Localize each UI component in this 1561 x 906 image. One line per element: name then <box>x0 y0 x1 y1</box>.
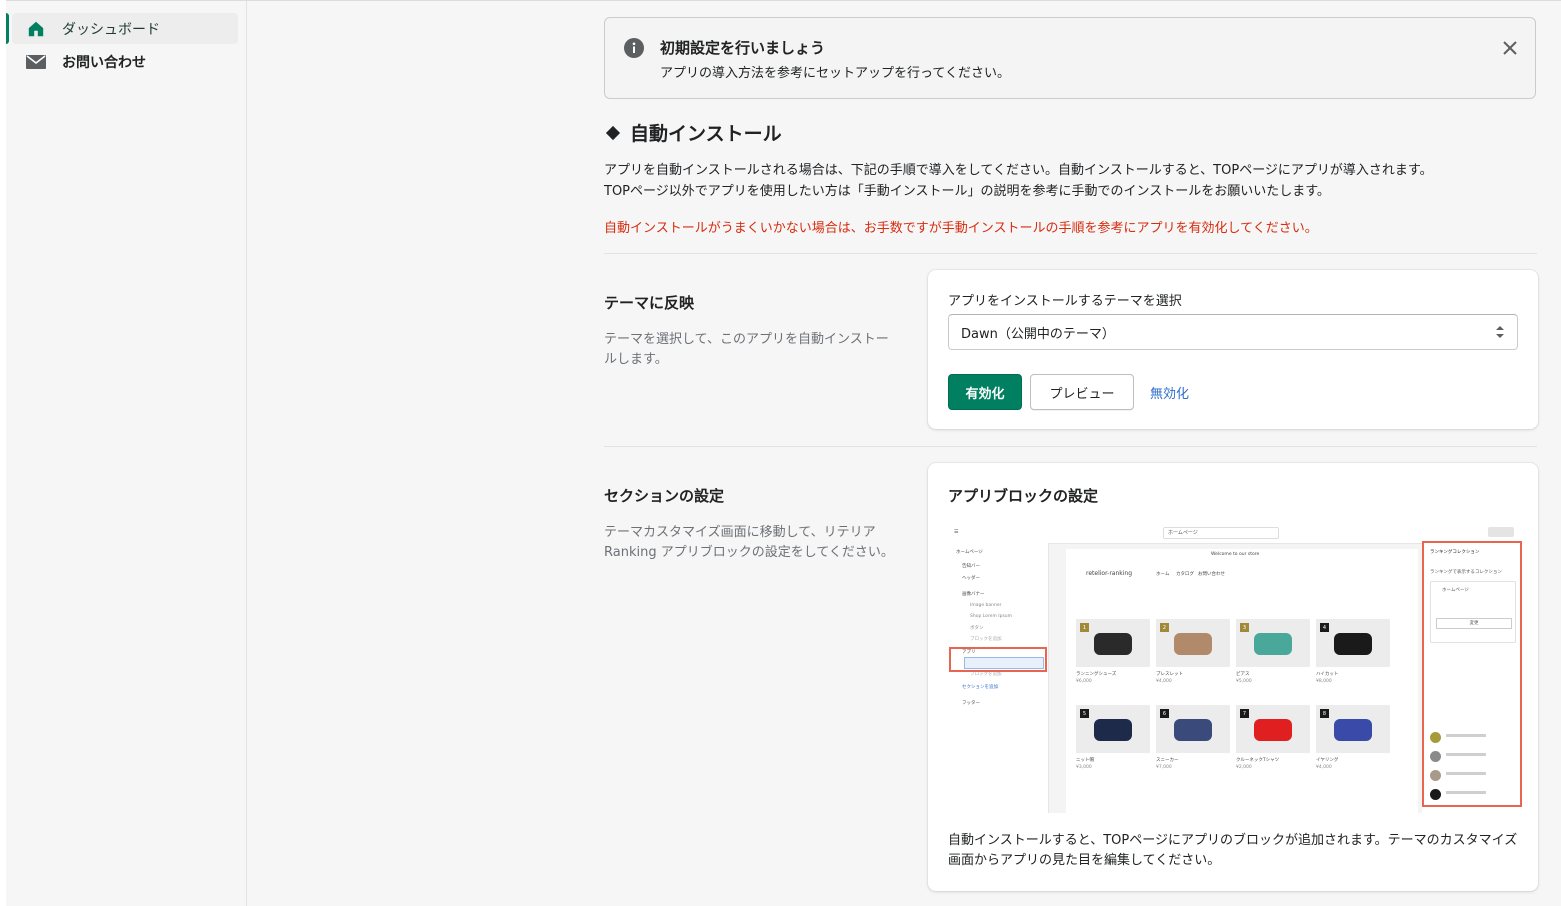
mail-icon <box>26 52 46 72</box>
preview-button[interactable]: プレビュー <box>1030 374 1134 410</box>
mock-product-image <box>1334 633 1372 655</box>
mock-product-name: ブレスレット <box>1156 672 1183 677</box>
mock-left-item: ボタン <box>970 626 984 631</box>
mock-product-image <box>1254 633 1292 655</box>
mock-nav: お問い合わせ <box>1198 572 1225 577</box>
mock-product-rank: 7 <box>1240 709 1249 718</box>
mock-product-image <box>1254 719 1292 741</box>
select-arrows-icon <box>1495 324 1505 340</box>
mock-highlight-right <box>1422 541 1522 807</box>
theme-select-value: Dawn（公開中のテーマ） <box>961 326 1115 342</box>
app-block-title: アプリブロックの設定 <box>948 487 1099 505</box>
mock-product-tile: 6 <box>1156 705 1230 753</box>
mock-product-price: ¥5,000 <box>1236 679 1252 684</box>
divider <box>604 253 1537 254</box>
mock-left-item: セクションを追加 <box>962 685 998 690</box>
mock-left-item: ブロックを追加 <box>970 637 1002 642</box>
mock-product-image <box>1174 719 1212 741</box>
mock-product-rank: 4 <box>1320 623 1329 632</box>
mock-product-image <box>1094 719 1132 741</box>
mock-product-price: ¥7,000 <box>1156 765 1172 770</box>
auto-install-warning: 自動インストールがうまくいかない場合は、お手数ですが手動インストールの手順を参考… <box>604 221 1318 236</box>
mock-product-image <box>1334 719 1372 741</box>
mock-product-rank: 2 <box>1160 623 1169 632</box>
theme-select[interactable]: Dawn（公開中のテーマ） <box>948 314 1518 350</box>
mock-product-name: ハイカット <box>1316 672 1339 677</box>
mock-save-button <box>1488 527 1514 537</box>
mock-product-tile: 8 <box>1316 705 1390 753</box>
customizer-screenshot: ☰ ホームページ ホームページ 告知バー ヘッダー 画像バナー Image ba… <box>948 521 1523 813</box>
mock-menu-icon: ☰ <box>954 529 959 535</box>
theme-card: アプリをインストールするテーマを選択 Dawn（公開中のテーマ） 有効化 プレビ… <box>928 270 1538 429</box>
disable-link[interactable]: 無効化 <box>1142 374 1202 410</box>
mock-product-rank: 8 <box>1320 709 1329 718</box>
mock-product-price: ¥4,000 <box>1316 765 1332 770</box>
mock-left-item: ホームページ <box>956 550 983 555</box>
mock-product-image <box>1174 633 1212 655</box>
sidebar-item-label: お問い合わせ <box>62 54 146 71</box>
mock-left-item: ヘッダー <box>962 576 980 581</box>
sidebar-item-label: ダッシュボード <box>62 21 160 38</box>
sidebar: ダッシュボード お問い合わせ <box>6 1 247 906</box>
banner-body: アプリの導入方法を参考にセットアップを行ってください。 <box>660 66 1010 81</box>
app-block-card: アプリブロックの設定 ☰ ホームページ ホームページ 告知バー ヘッダー 画像バ… <box>928 463 1538 891</box>
enable-button[interactable]: 有効化 <box>948 374 1022 410</box>
mock-left-item: Shop Lorem Ipsum <box>970 614 1013 619</box>
theme-select-label: アプリをインストールするテーマを選択 <box>948 294 1182 309</box>
mock-product-tile: 4 <box>1316 619 1390 667</box>
section-settings-desc: テーマカスタマイズ画面に移動して、リテリア Ranking アプリブロックの設定… <box>604 525 894 560</box>
info-icon <box>624 38 644 58</box>
app-block-foot: 自動インストールすると、TOPページにアプリのブロックが追加されます。テーマのカ… <box>948 833 1518 868</box>
close-icon[interactable] <box>1501 39 1519 57</box>
mock-product-name: ピアス <box>1236 672 1250 677</box>
home-icon <box>26 19 46 39</box>
auto-install-desc-2: TOPページ以外でアプリを使用したい方は「手動インストール」の説明を参考に手動で… <box>604 184 1330 199</box>
mock-left-item: フッター <box>962 701 980 706</box>
mock-page-select: ホームページ <box>1163 527 1279 539</box>
mock-highlight-left <box>949 647 1047 672</box>
mock-product-rank: 1 <box>1080 623 1089 632</box>
divider <box>604 446 1537 447</box>
mock-left-item: 画像バナー <box>962 592 985 597</box>
mock-product-name: クルーネックTシャツ <box>1236 758 1280 763</box>
banner-title: 初期設定を行いましょう <box>660 39 826 57</box>
mock-product-tile: 5 <box>1076 705 1150 753</box>
mock-left-panel: ホームページ 告知バー ヘッダー 画像バナー Image banner Shop… <box>948 543 1049 813</box>
theme-section-title: テーマに反映 <box>604 294 695 312</box>
mock-product-price: ¥8,000 <box>1316 679 1332 684</box>
mock-left-item: 告知バー <box>962 564 980 569</box>
mock-welcome: Welcome to our store <box>1211 552 1260 557</box>
mock-product-price: ¥2,000 <box>1236 765 1252 770</box>
diamond-icon <box>605 125 621 140</box>
mock-product-rank: 6 <box>1160 709 1169 718</box>
sidebar-item-dashboard[interactable]: ダッシュボード <box>6 13 238 44</box>
mock-product-name: イヤリング <box>1316 758 1339 763</box>
mock-store-name: retelior-ranking <box>1086 570 1133 577</box>
sidebar-item-contact[interactable]: お問い合わせ <box>12 46 238 77</box>
auto-install-desc-1: アプリを自動インストールされる場合は、下記の手順で導入をしてください。自動インス… <box>604 163 1433 178</box>
mock-product-tile: 3 <box>1236 619 1310 667</box>
mock-product-tile: 1 <box>1076 619 1150 667</box>
mock-nav: カタログ <box>1176 572 1194 577</box>
mock-product-image <box>1094 633 1132 655</box>
setup-banner: 初期設定を行いましょう アプリの導入方法を参考にセットアップを行ってください。 <box>604 17 1536 99</box>
theme-section-desc: テーマを選択して、このアプリを自動インストールします。 <box>604 332 889 367</box>
mock-nav: ホーム <box>1156 572 1170 577</box>
mock-left-item: Image banner <box>970 603 1002 608</box>
mock-product-price: ¥3,000 <box>1076 765 1092 770</box>
mock-product-name: スニーカー <box>1156 758 1179 763</box>
mock-product-name: ニット帽 <box>1076 758 1094 763</box>
mock-product-price: ¥4,000 <box>1156 679 1172 684</box>
mock-product-rank: 3 <box>1240 623 1249 632</box>
mock-product-tile: 2 <box>1156 619 1230 667</box>
mock-store-preview: Welcome to our store retelior-ranking ホー… <box>1066 549 1418 813</box>
mock-product-tile: 7 <box>1236 705 1310 753</box>
mock-product-rank: 5 <box>1080 709 1089 718</box>
heading-text: 自動インストール <box>630 123 782 145</box>
auto-install-heading: 自動インストール <box>605 119 782 146</box>
section-settings-title: セクションの設定 <box>604 487 725 505</box>
mock-product-name: ランニングシューズ <box>1076 672 1117 677</box>
mock-product-price: ¥6,000 <box>1076 679 1092 684</box>
